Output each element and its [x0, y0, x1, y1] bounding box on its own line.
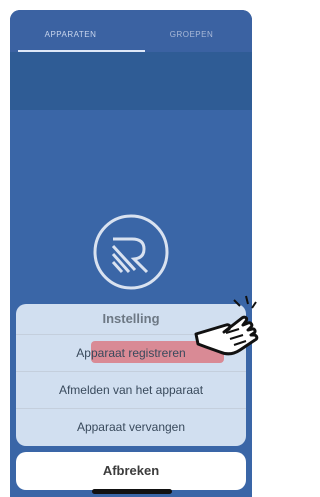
- unregister-device-option[interactable]: Afmelden van het apparaat: [16, 372, 246, 409]
- cancel-button[interactable]: Afbreken: [16, 452, 246, 490]
- brand-logo-icon: [93, 214, 169, 290]
- register-device-label: Apparaat registreren: [76, 346, 186, 360]
- app-screen: APPARATEN GROEPEN Instelling Apparaat re…: [10, 10, 252, 497]
- replace-device-option[interactable]: Apparaat vervangen: [16, 409, 246, 445]
- home-indicator: [92, 489, 172, 494]
- pointing-hand-icon: [194, 295, 259, 356]
- tab-groepen[interactable]: GROEPEN: [131, 10, 252, 52]
- sub-header-bar: [10, 52, 252, 110]
- tab-apparaten[interactable]: APPARATEN: [10, 10, 131, 52]
- tab-bar: APPARATEN GROEPEN: [10, 10, 252, 52]
